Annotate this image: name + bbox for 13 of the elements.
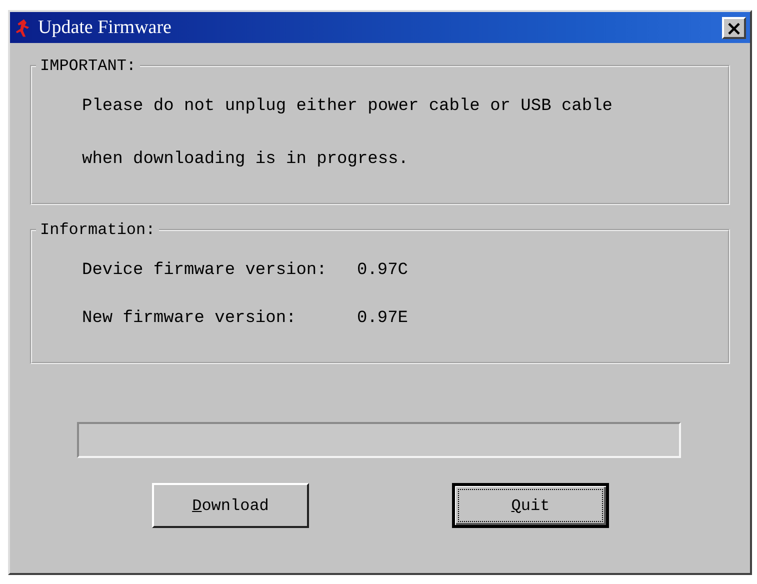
group-title: IMPORTANT: (39, 57, 138, 75)
field-label: New firmware version: (82, 309, 298, 329)
runner-icon (16, 18, 30, 38)
default-button[interactable]: Quit (452, 483, 609, 528)
field-value: 0.97C (357, 261, 408, 281)
field-label: Device firmware version: (82, 261, 328, 281)
field-value: 0.97E (357, 309, 408, 329)
push-button[interactable]: Download (152, 483, 309, 528)
warning-text: when downloading is in progress. (82, 150, 410, 170)
close-button[interactable]: × (722, 16, 746, 38)
warning-text: Please do not unplug either power cable or USB cable (82, 97, 614, 117)
window-title: Update Firmware (38, 16, 172, 38)
group-title: Information: (39, 221, 156, 239)
